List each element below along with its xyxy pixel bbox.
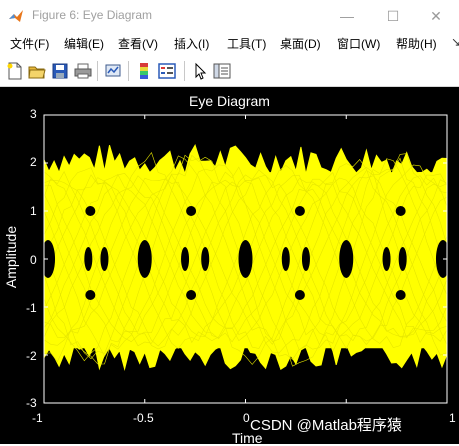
minimize-icon: — xyxy=(340,8,354,24)
eye-opening xyxy=(238,240,253,278)
eye-gap xyxy=(186,290,197,300)
x-tick-label: 0 xyxy=(243,411,250,425)
menu-overflow-icon[interactable]: ↘ xyxy=(451,35,459,49)
insert-legend-icon[interactable] xyxy=(158,62,176,80)
y-tick-label: -1 xyxy=(26,301,37,315)
maximize-button[interactable]: ☐ xyxy=(370,0,416,32)
toolbar-separator xyxy=(128,61,129,81)
pointer-icon[interactable] xyxy=(191,62,209,80)
toolbar-separator xyxy=(97,61,98,81)
eye-gap xyxy=(294,290,305,300)
menu-desktop[interactable]: 桌面(D) xyxy=(280,35,321,52)
property-editor-icon[interactable] xyxy=(213,62,231,80)
eye-opening xyxy=(382,247,391,271)
eye-upper-edge xyxy=(43,143,448,177)
eye-gap xyxy=(294,206,305,216)
y-tick-label: 2 xyxy=(30,155,37,169)
menu-view[interactable]: 查看(V) xyxy=(118,35,158,52)
eye-opening xyxy=(281,247,290,271)
new-figure-icon[interactable] xyxy=(6,62,24,80)
close-button[interactable]: ✕ xyxy=(413,0,459,32)
insert-colorbar-icon[interactable] xyxy=(135,62,153,80)
menu-help[interactable]: 帮助(H) xyxy=(396,35,437,52)
eye-gap xyxy=(395,206,406,216)
menu-tools[interactable]: 工具(T) xyxy=(227,35,266,52)
eye-opening xyxy=(100,247,109,271)
save-icon[interactable] xyxy=(51,62,69,80)
eye-opening xyxy=(41,240,56,278)
eye-gap xyxy=(85,290,96,300)
y-tick-label: 1 xyxy=(30,204,37,218)
y-tick-label: 0 xyxy=(30,253,37,267)
eye-opening xyxy=(137,240,152,278)
toolbar xyxy=(0,56,459,87)
eye-diagram-plot[interactable] xyxy=(0,87,459,444)
close-icon: ✕ xyxy=(430,7,442,24)
eye-opening xyxy=(84,247,93,271)
print-icon[interactable] xyxy=(74,62,92,80)
chart-title: Eye Diagram xyxy=(189,93,270,109)
y-tick-label: -3 xyxy=(26,396,37,410)
minimize-button[interactable]: — xyxy=(324,0,370,32)
menu-edit[interactable]: 编辑(E) xyxy=(64,35,104,52)
x-tick-label: -0.5 xyxy=(133,411,154,425)
eye-opening xyxy=(435,240,450,278)
menu-window[interactable]: 窗口(W) xyxy=(337,35,380,52)
maximize-icon: ☐ xyxy=(386,7,400,24)
eye-gap xyxy=(186,206,197,216)
eye-opening xyxy=(398,247,407,271)
eye-opening xyxy=(339,240,354,278)
y-tick-label: -2 xyxy=(26,349,37,363)
watermark: CSDN @Matlab程序猿 xyxy=(250,417,402,434)
y-axis-label: Amplitude xyxy=(3,225,20,289)
toolbar-separator xyxy=(184,61,185,81)
window-title: Figure 6: Eye Diagram xyxy=(32,8,153,22)
menu-bar: 文件(F) 编辑(E) 查看(V) 插入(I) 工具(T) 桌面(D) 窗口(W… xyxy=(0,32,459,56)
open-file-icon[interactable] xyxy=(28,62,46,80)
eye-gap xyxy=(85,206,96,216)
figure-window: Figure 6: Eye Diagram — ☐ ✕ 文件(F) 编辑(E) … xyxy=(0,0,459,446)
x-tick-label: 1 xyxy=(449,411,456,425)
link-plot-icon[interactable] xyxy=(104,62,122,80)
title-bar[interactable]: Figure 6: Eye Diagram — ☐ ✕ xyxy=(0,0,459,32)
menu-insert[interactable]: 插入(I) xyxy=(174,35,209,52)
matlab-logo-icon xyxy=(9,10,23,22)
eye-gap xyxy=(395,290,406,300)
eye-opening xyxy=(201,247,210,271)
y-tick-label: 3 xyxy=(30,107,37,121)
eye-opening xyxy=(181,247,190,271)
menu-file[interactable]: 文件(F) xyxy=(10,35,49,52)
x-tick-label: -1 xyxy=(32,411,43,425)
eye-opening xyxy=(301,247,310,271)
figure-canvas: Eye Diagram 3 2 1 0 -1 -2 -3 -1 -0.5 0 1… xyxy=(0,87,459,446)
